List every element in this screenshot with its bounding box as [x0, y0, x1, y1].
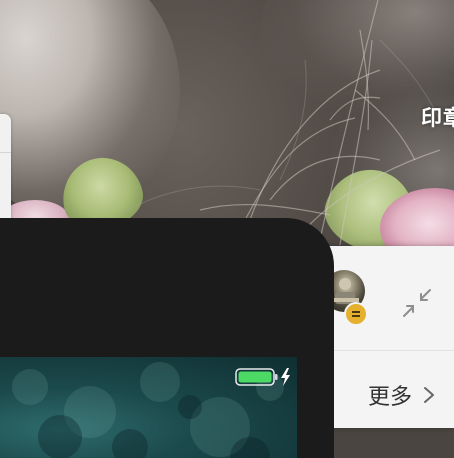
more-label: 更多 — [368, 385, 413, 410]
more-link[interactable]: 更多 — [368, 380, 436, 410]
window-divider — [0, 152, 11, 153]
menu-badge-icon — [344, 302, 368, 326]
menu-caption[interactable]: 印章 — [421, 102, 454, 132]
battery-charging-icon — [235, 368, 290, 386]
collapse-button[interactable] — [400, 286, 434, 320]
phone-mirror-window — [0, 218, 334, 458]
menu-caption-container: 印章 — [421, 95, 454, 135]
chevron-right-icon — [424, 387, 435, 403]
background-window-edge[interactable] — [0, 114, 11, 224]
phone-screen[interactable] — [0, 357, 297, 458]
collapse-arrows-icon — [403, 289, 431, 317]
